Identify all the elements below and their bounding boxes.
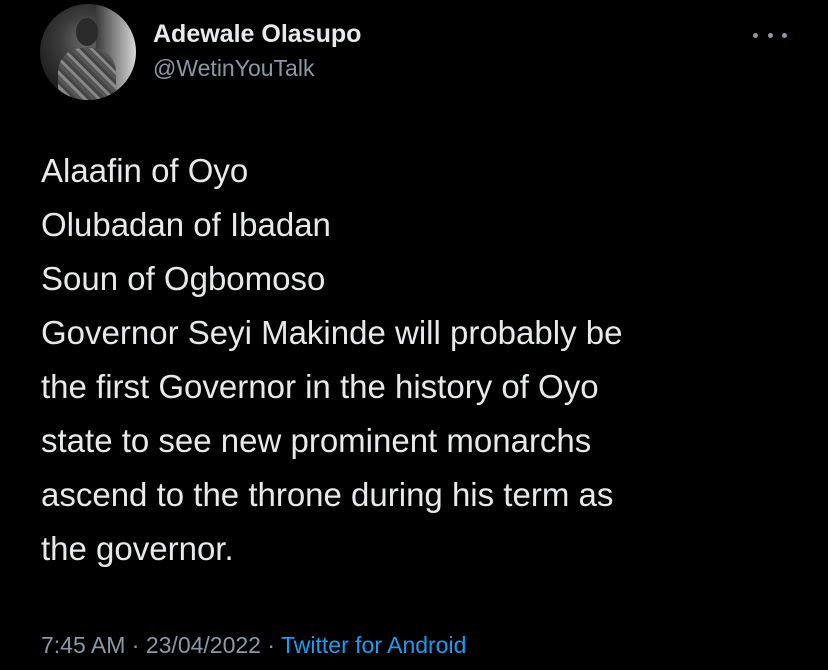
- tweet-source-link[interactable]: Twitter for Android: [281, 632, 466, 658]
- avatar-figure-head: [76, 18, 98, 46]
- tweet-line: the first Governor in the history of Oyo: [41, 368, 599, 405]
- meta-separator: ·: [131, 632, 140, 658]
- more-dot: [767, 32, 773, 38]
- more-dot: [782, 32, 787, 38]
- tweet-line: state to see new prominent monarchs: [41, 422, 592, 459]
- tweet-card: Adewale Olasupo @WetinYouTalk Alaafin of…: [0, 0, 828, 670]
- avatar-figure-body: [58, 48, 116, 100]
- more-dot: [753, 32, 758, 38]
- tweet-line: Olubadan of Ibadan: [41, 206, 331, 243]
- avatar[interactable]: [40, 4, 136, 100]
- tweet-line: Alaafin of Oyo: [41, 152, 249, 189]
- tweet-line: Soun of Ogbomoso: [41, 260, 326, 297]
- author-name[interactable]: Adewale Olasupo: [153, 20, 361, 49]
- tweet-line: the governor.: [41, 530, 234, 567]
- tweet-line: Governor Seyi Makinde will probably be: [41, 314, 623, 351]
- author-handle[interactable]: @WetinYouTalk: [153, 55, 314, 82]
- meta-separator: ·: [267, 632, 276, 658]
- more-horizontal-icon[interactable]: [753, 26, 787, 44]
- tweet-text: Alaafin of Oyo Olubadan of Ibadan Soun o…: [41, 144, 801, 576]
- tweet-line: ascend to the throne during his term as: [41, 476, 614, 513]
- tweet-meta: 7:45 AM · 23/04/2022 · Twitter for Andro…: [41, 632, 466, 659]
- tweet-time[interactable]: 7:45 AM: [41, 632, 125, 658]
- tweet-date[interactable]: 23/04/2022: [146, 632, 261, 658]
